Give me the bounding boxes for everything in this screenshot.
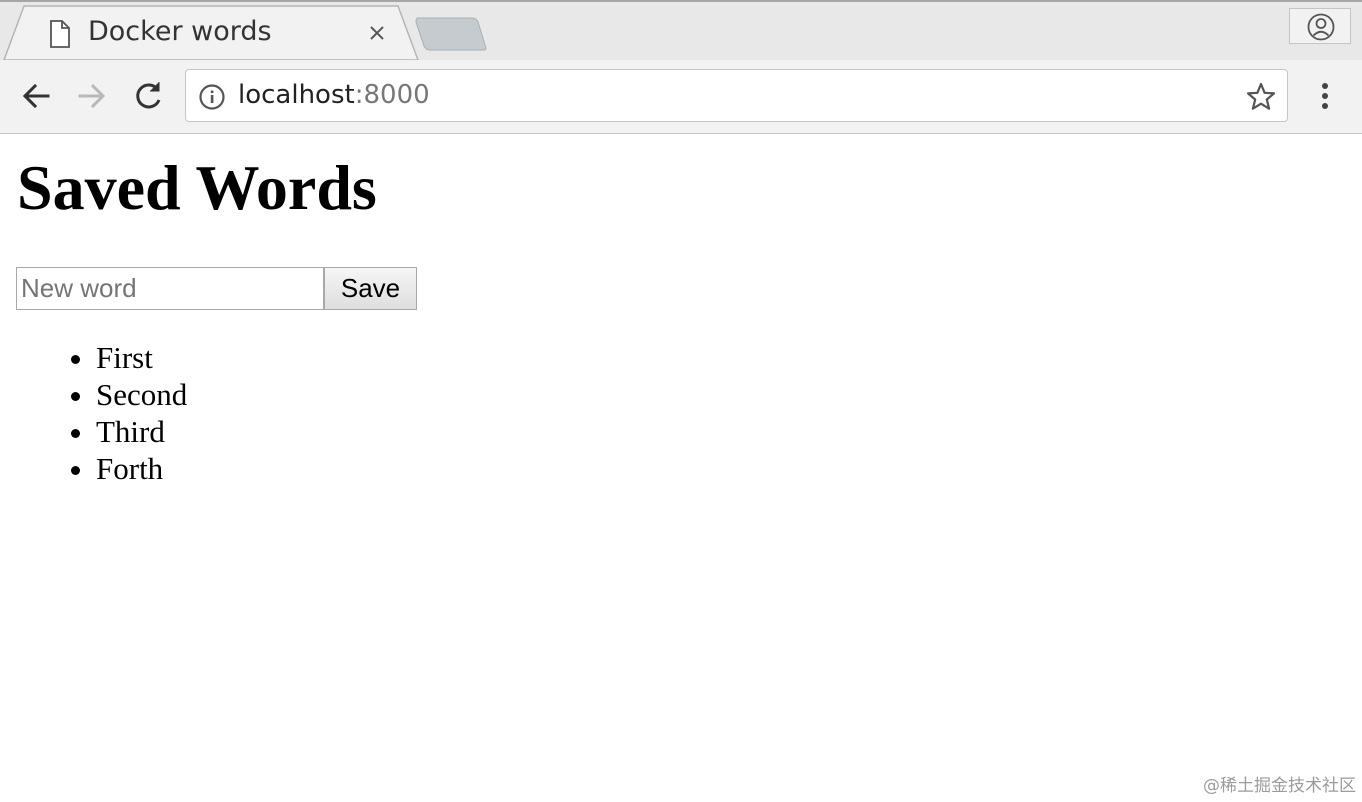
browser-titlebar: Docker words — [0, 0, 1362, 61]
list-item: Third — [96, 413, 187, 450]
profile-button[interactable] — [1289, 8, 1351, 44]
new-tab-button[interactable] — [414, 16, 490, 52]
word-list: First Second Third Forth — [0, 339, 187, 487]
address-bar[interactable]: localhost:8000 — [185, 69, 1288, 122]
save-button[interactable]: Save — [324, 267, 417, 310]
browser-toolbar: localhost:8000 — [0, 60, 1362, 134]
url-host: localhost — [238, 80, 355, 110]
list-item: Second — [96, 376, 187, 413]
close-icon[interactable] — [366, 22, 388, 44]
watermark: @稀土掘金技术社区 — [1203, 776, 1356, 796]
page-content: Saved Words Save First Second Third Fort… — [0, 134, 1362, 802]
arrow-left-icon[interactable] — [16, 76, 56, 116]
page-title: Saved Words — [17, 152, 377, 223]
url-text: localhost:8000 — [238, 80, 430, 110]
kebab-menu-icon[interactable] — [1310, 76, 1340, 116]
info-icon[interactable] — [198, 83, 226, 111]
account-circle-icon — [1307, 13, 1335, 41]
list-item: First — [96, 339, 187, 376]
document-icon — [50, 20, 70, 48]
star-icon[interactable] — [1245, 81, 1277, 113]
reload-icon[interactable] — [128, 76, 168, 116]
new-word-input[interactable] — [16, 267, 324, 310]
tab-title: Docker words — [88, 16, 272, 47]
url-port: :8000 — [354, 80, 430, 110]
list-item: Forth — [96, 450, 187, 487]
arrow-right-icon[interactable] — [72, 76, 112, 116]
